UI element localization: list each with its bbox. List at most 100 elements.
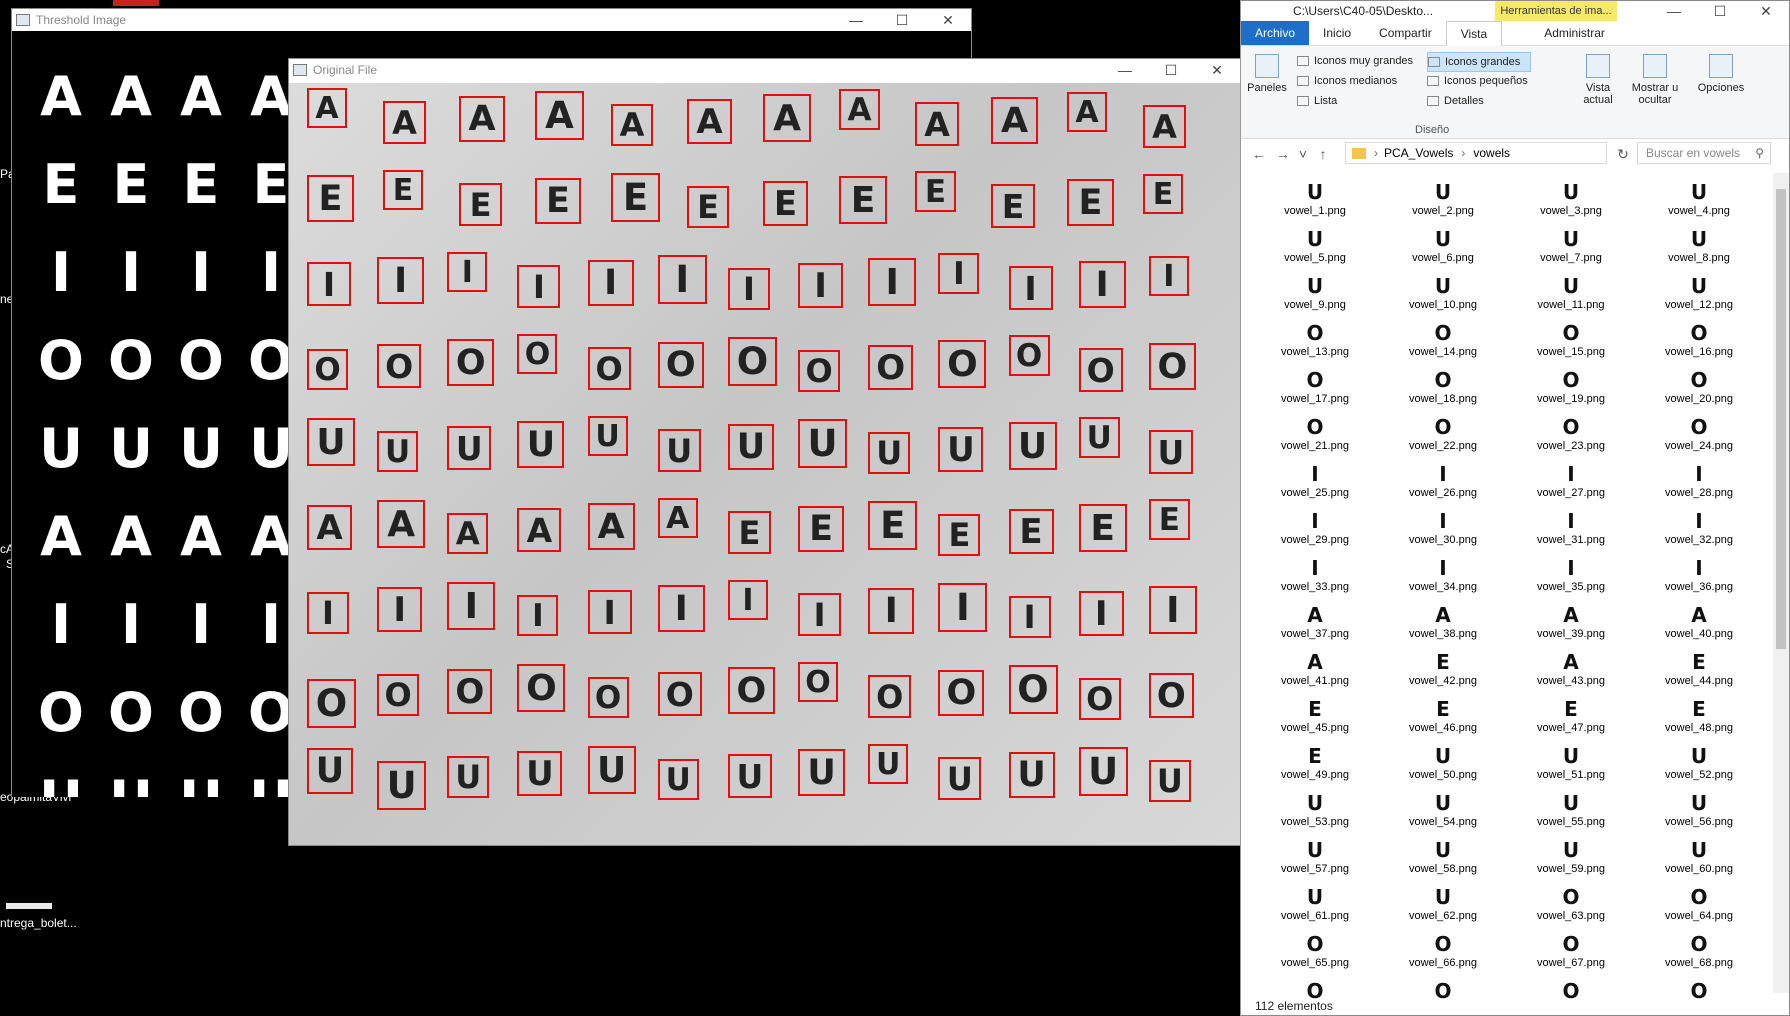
- file-item[interactable]: Uvowel_7.png: [1507, 226, 1635, 273]
- maximize-button[interactable]: ☐: [879, 9, 925, 31]
- file-item[interactable]: Uvowel_11.png: [1507, 273, 1635, 320]
- file-item[interactable]: Uvowel_9.png: [1251, 273, 1379, 320]
- tab-inicio[interactable]: Inicio: [1309, 21, 1365, 45]
- pdf-icon[interactable]: [113, 0, 159, 6]
- file-item[interactable]: O: [1635, 978, 1763, 999]
- file-item[interactable]: Uvowel_8.png: [1635, 226, 1763, 273]
- address-bar[interactable]: › PCA_Vowels › vowels: [1345, 142, 1607, 164]
- file-item[interactable]: Ovowel_22.png: [1379, 414, 1507, 461]
- file-item[interactable]: Ivowel_35.png: [1507, 555, 1635, 602]
- file-item[interactable]: Ovowel_67.png: [1507, 931, 1635, 978]
- file-item[interactable]: Avowel_40.png: [1635, 602, 1763, 649]
- file-item[interactable]: Avowel_39.png: [1507, 602, 1635, 649]
- file-item[interactable]: Evowel_47.png: [1507, 696, 1635, 743]
- file-item[interactable]: Uvowel_1.png: [1251, 179, 1379, 226]
- file-item[interactable]: O: [1379, 978, 1507, 999]
- file-item[interactable]: Uvowel_52.png: [1635, 743, 1763, 790]
- layout-option-selected[interactable]: Iconos grandes: [1427, 52, 1532, 72]
- paneles-button[interactable]: Paneles: [1247, 54, 1287, 94]
- file-item[interactable]: Avowel_41.png: [1251, 649, 1379, 696]
- file-item[interactable]: Ivowel_29.png: [1251, 508, 1379, 555]
- file-item[interactable]: Ovowel_68.png: [1635, 931, 1763, 978]
- file-item[interactable]: Evowel_46.png: [1379, 696, 1507, 743]
- file-item[interactable]: Evowel_44.png: [1635, 649, 1763, 696]
- tab-archivo[interactable]: Archivo: [1241, 21, 1310, 45]
- file-item[interactable]: Uvowel_10.png: [1379, 273, 1507, 320]
- file-item[interactable]: Avowel_43.png: [1507, 649, 1635, 696]
- file-item[interactable]: Ivowel_31.png: [1507, 508, 1635, 555]
- minimize-button[interactable]: —: [1102, 59, 1148, 81]
- file-item[interactable]: Avowel_37.png: [1251, 602, 1379, 649]
- file-item[interactable]: Ovowel_14.png: [1379, 320, 1507, 367]
- opciones-button[interactable]: Opciones: [1695, 54, 1747, 94]
- file-item[interactable]: Uvowel_12.png: [1635, 273, 1763, 320]
- file-item[interactable]: Ovowel_63.png: [1507, 884, 1635, 931]
- titlebar[interactable]: Threshold Image — ☐ ✕: [12, 9, 971, 31]
- tab-administrar[interactable]: Administrar: [1530, 21, 1619, 45]
- file-item[interactable]: Ovowel_64.png: [1635, 884, 1763, 931]
- file-item[interactable]: Evowel_49.png: [1251, 743, 1379, 790]
- file-item[interactable]: Ivowel_27.png: [1507, 461, 1635, 508]
- up-icon[interactable]: ↑: [1311, 146, 1335, 162]
- file-item[interactable]: Ivowel_32.png: [1635, 508, 1763, 555]
- file-item[interactable]: Ivowel_33.png: [1251, 555, 1379, 602]
- file-item[interactable]: Ovowel_13.png: [1251, 320, 1379, 367]
- file-item[interactable]: Evowel_42.png: [1379, 649, 1507, 696]
- file-item[interactable]: Ovowel_19.png: [1507, 367, 1635, 414]
- file-item[interactable]: Ivowel_25.png: [1251, 461, 1379, 508]
- file-item[interactable]: Uvowel_58.png: [1379, 837, 1507, 884]
- file-item[interactable]: Evowel_48.png: [1635, 696, 1763, 743]
- file-item[interactable]: Uvowel_51.png: [1507, 743, 1635, 790]
- file-explorer[interactable]: C:\Users\C40-05\Deskto... Herramientas d…: [1240, 0, 1790, 1016]
- file-item[interactable]: Ovowel_20.png: [1635, 367, 1763, 414]
- close-button[interactable]: ✕: [925, 9, 971, 31]
- file-item[interactable]: Uvowel_50.png: [1379, 743, 1507, 790]
- file-item[interactable]: Uvowel_53.png: [1251, 790, 1379, 837]
- recent-dropdown-icon[interactable]: ˅: [1295, 146, 1311, 162]
- file-item[interactable]: Uvowel_3.png: [1507, 179, 1635, 226]
- file-item[interactable]: Ovowel_15.png: [1507, 320, 1635, 367]
- file-item[interactable]: Uvowel_55.png: [1507, 790, 1635, 837]
- vista-actual-button[interactable]: Vista actual: [1577, 54, 1619, 106]
- refresh-icon[interactable]: ↻: [1611, 146, 1635, 163]
- maximize-button[interactable]: ☐: [1697, 1, 1743, 21]
- file-item[interactable]: Ovowel_65.png: [1251, 931, 1379, 978]
- breadcrumb-item[interactable]: vowels: [1473, 146, 1510, 160]
- minimize-button[interactable]: —: [1651, 1, 1697, 21]
- file-item[interactable]: Ivowel_34.png: [1379, 555, 1507, 602]
- layout-option[interactable]: Iconos medianos: [1297, 72, 1397, 90]
- breadcrumb-item[interactable]: PCA_Vowels: [1384, 146, 1453, 160]
- file-item[interactable]: Ovowel_18.png: [1379, 367, 1507, 414]
- close-button[interactable]: ✕: [1743, 1, 1789, 21]
- file-item[interactable]: Uvowel_56.png: [1635, 790, 1763, 837]
- file-item[interactable]: Ivowel_36.png: [1635, 555, 1763, 602]
- scroll-thumb[interactable]: [1776, 189, 1786, 649]
- file-item[interactable]: Ivowel_28.png: [1635, 461, 1763, 508]
- layout-option[interactable]: Lista: [1297, 92, 1337, 110]
- tab-vista[interactable]: Vista: [1445, 20, 1503, 46]
- minimize-button[interactable]: —: [833, 9, 879, 31]
- file-item[interactable]: O: [1507, 978, 1635, 999]
- file-item[interactable]: Ivowel_26.png: [1379, 461, 1507, 508]
- file-item[interactable]: Evowel_45.png: [1251, 696, 1379, 743]
- file-item[interactable]: Ovowel_24.png: [1635, 414, 1763, 461]
- file-item[interactable]: Ovowel_17.png: [1251, 367, 1379, 414]
- search-input[interactable]: Buscar en vowels ⚲: [1637, 142, 1771, 164]
- file-item[interactable]: Uvowel_60.png: [1635, 837, 1763, 884]
- layout-option[interactable]: Iconos pequeños: [1427, 72, 1528, 90]
- layout-option[interactable]: Detalles: [1427, 92, 1484, 110]
- file-item[interactable]: Ovowel_66.png: [1379, 931, 1507, 978]
- file-item[interactable]: Uvowel_4.png: [1635, 179, 1763, 226]
- file-item[interactable]: Uvowel_61.png: [1251, 884, 1379, 931]
- mostrar-ocultar-button[interactable]: Mostrar u ocultar: [1627, 54, 1683, 106]
- file-item[interactable]: Uvowel_62.png: [1379, 884, 1507, 931]
- file-item[interactable]: Uvowel_54.png: [1379, 790, 1507, 837]
- file-item[interactable]: Ovowel_21.png: [1251, 414, 1379, 461]
- file-item[interactable]: Uvowel_5.png: [1251, 226, 1379, 273]
- file-item[interactable]: Uvowel_6.png: [1379, 226, 1507, 273]
- file-icon[interactable]: [6, 903, 52, 909]
- forward-icon[interactable]: →: [1271, 146, 1295, 162]
- close-button[interactable]: ✕: [1194, 59, 1240, 81]
- tab-compartir[interactable]: Compartir: [1365, 21, 1446, 45]
- maximize-button[interactable]: ☐: [1148, 59, 1194, 81]
